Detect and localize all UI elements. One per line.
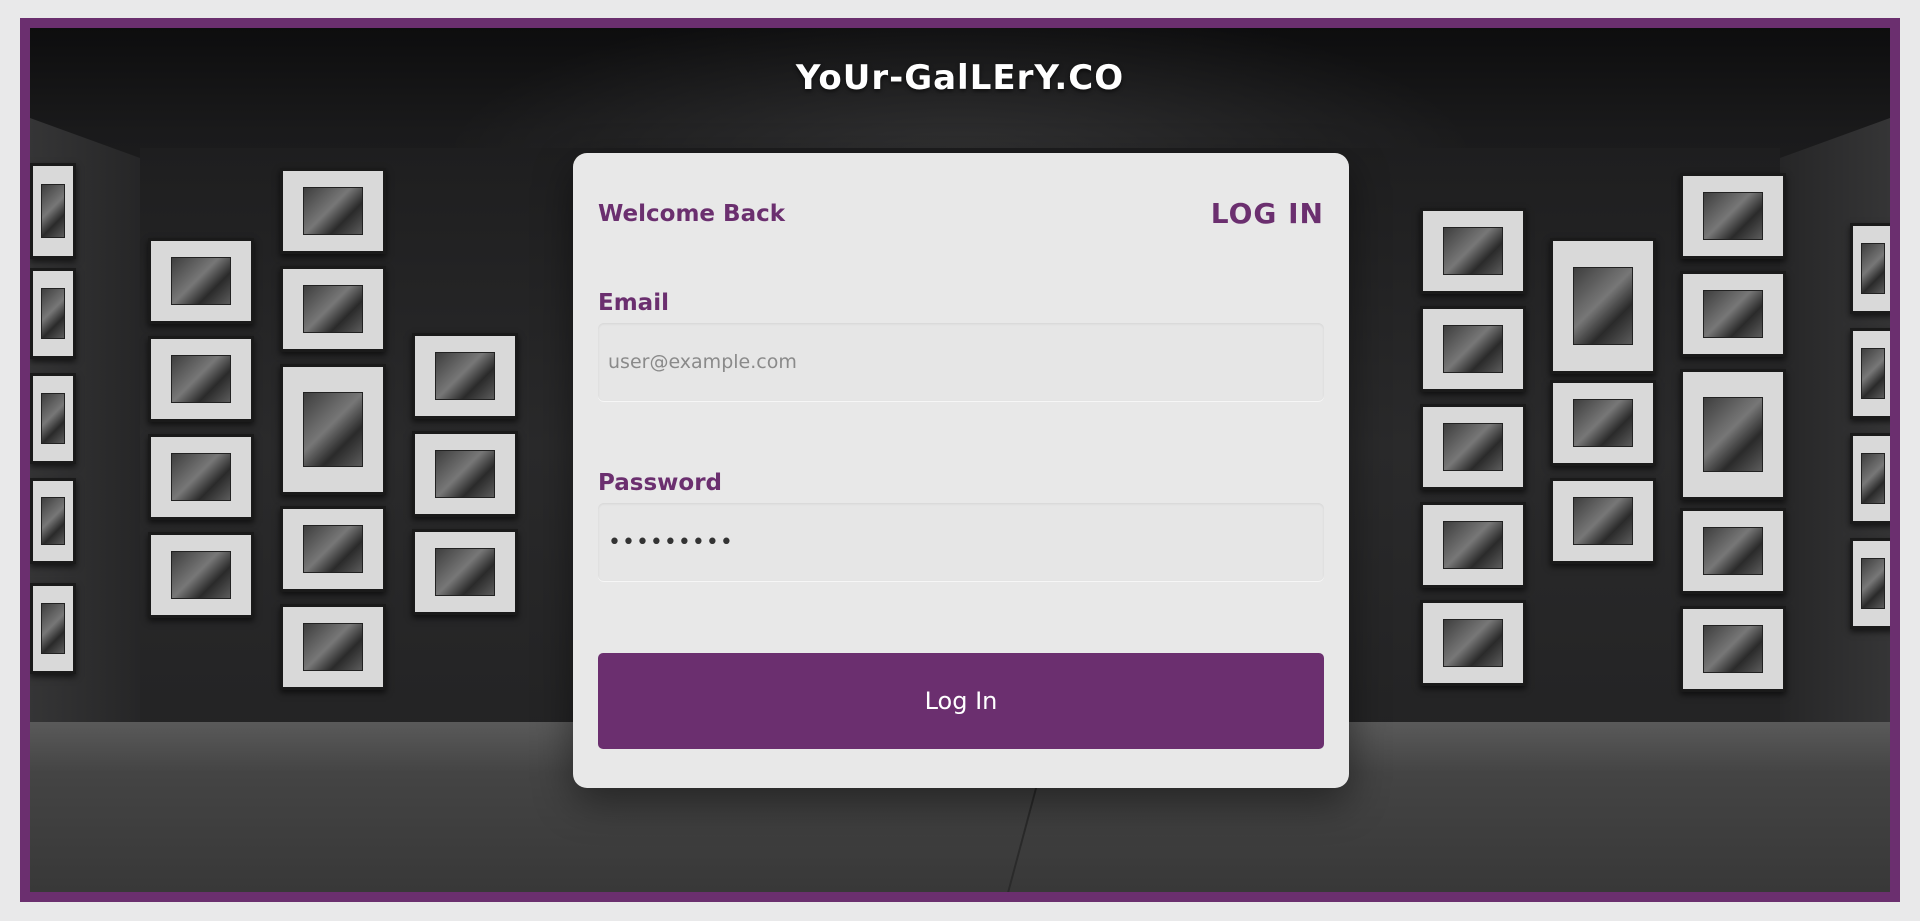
framed-photo: [148, 238, 254, 324]
framed-photo: [1680, 271, 1786, 357]
card-header: Welcome Back LOG IN: [598, 197, 1324, 230]
framed-photo: [30, 583, 76, 674]
framed-photo: [30, 163, 76, 259]
framed-photo: [1420, 600, 1526, 686]
framed-photo: [148, 532, 254, 618]
framed-photo: [412, 529, 518, 615]
brand-title: YoUr-GalLErY.CO: [795, 58, 1125, 98]
framed-photo: [148, 336, 254, 422]
framed-photo: [1420, 208, 1526, 294]
framed-photo: [30, 478, 76, 564]
framed-photo: [280, 604, 386, 690]
framed-photo: [1420, 404, 1526, 490]
framed-photo: [280, 266, 386, 352]
framed-photo: [148, 434, 254, 520]
framed-photo: [1420, 502, 1526, 588]
framed-photo: [30, 373, 76, 464]
framed-photo: [280, 364, 386, 495]
gallery-frame: YoUr-GalLErY.CO Welcome Back LOG IN Emai…: [20, 18, 1900, 902]
framed-photo: [412, 333, 518, 419]
framed-photo: [1850, 223, 1890, 314]
framed-photo: [280, 506, 386, 592]
framed-photo: [1680, 173, 1786, 259]
framed-photo: [1680, 508, 1786, 594]
framed-photo: [1850, 538, 1890, 629]
framed-photo: [412, 431, 518, 517]
password-field[interactable]: [598, 503, 1324, 581]
framed-photo: [1680, 369, 1786, 500]
welcome-text: Welcome Back: [598, 200, 786, 227]
email-label: Email: [598, 290, 669, 316]
login-card: Welcome Back LOG IN Email Password Log I…: [573, 153, 1349, 788]
password-label: Password: [598, 470, 722, 496]
framed-photo: [1850, 328, 1890, 419]
framed-photo: [30, 268, 76, 359]
email-field[interactable]: [598, 323, 1324, 401]
framed-photo: [1550, 238, 1656, 374]
framed-photo: [280, 168, 386, 254]
framed-photo: [1420, 306, 1526, 392]
framed-photo: [1680, 606, 1786, 692]
framed-photo: [1550, 478, 1656, 564]
login-button[interactable]: Log In: [598, 653, 1324, 749]
framed-photo: [1550, 380, 1656, 466]
framed-photo: [1850, 433, 1890, 524]
login-heading: LOG IN: [1210, 197, 1324, 230]
